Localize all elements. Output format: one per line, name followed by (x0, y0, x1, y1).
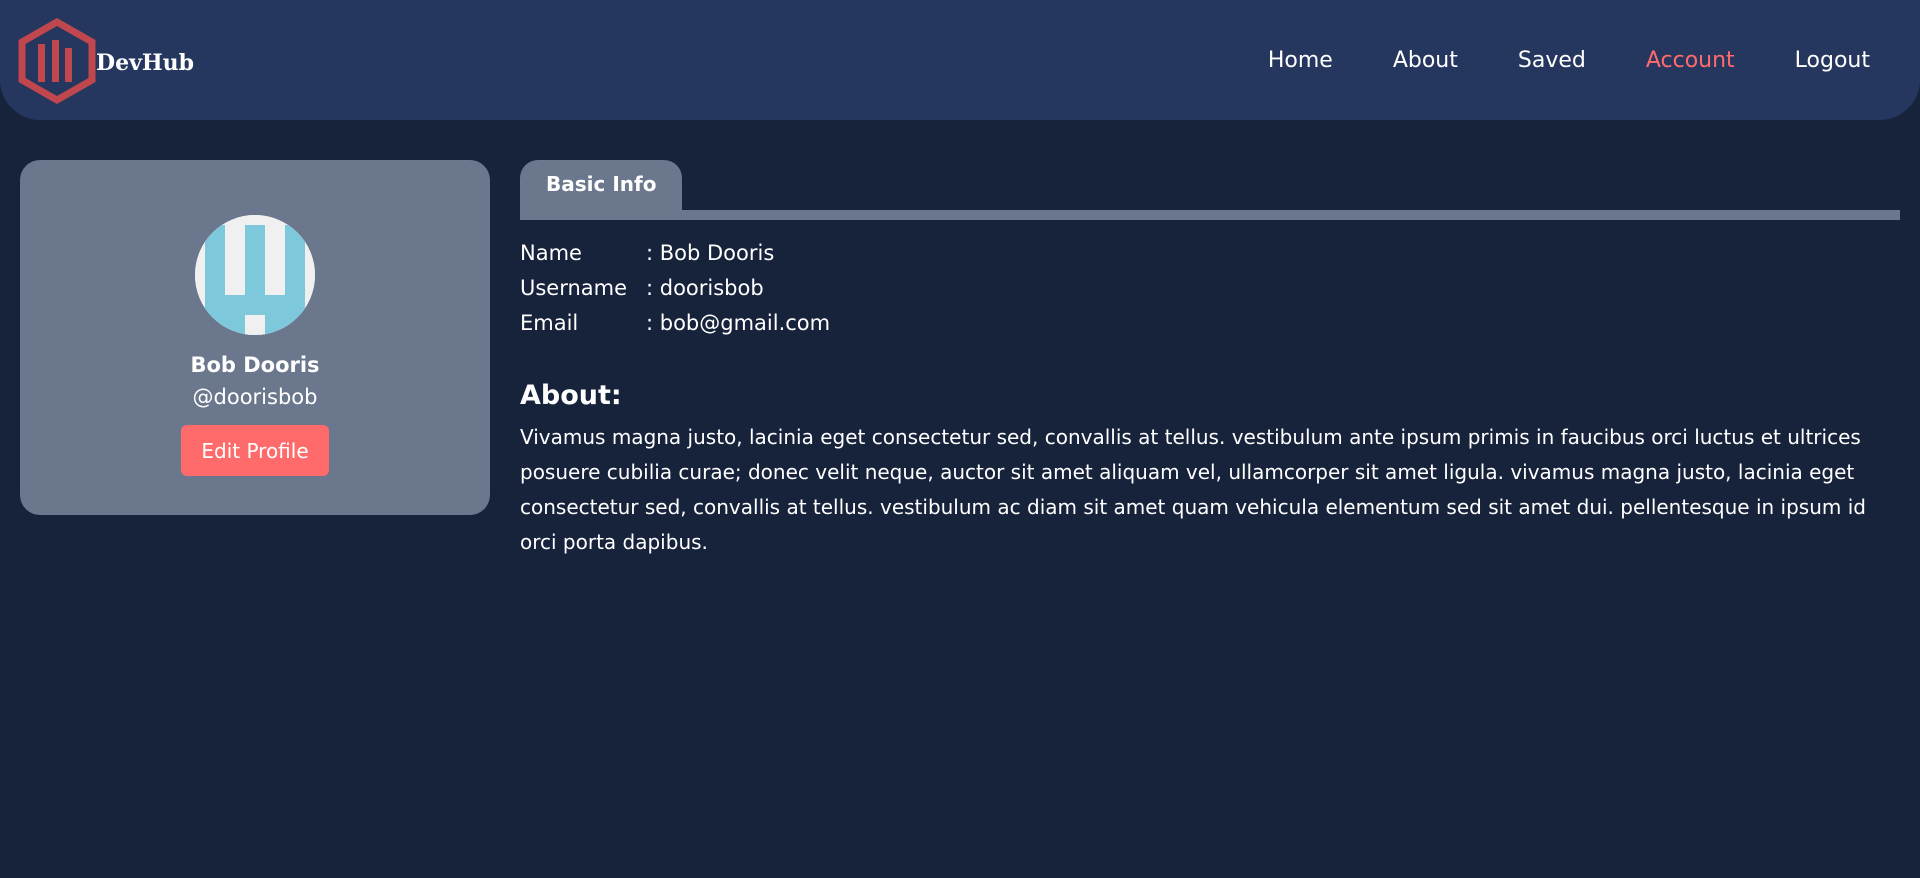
nav-account-link[interactable]: Account (1646, 48, 1735, 73)
about-text: Vivamus magna justo, lacinia eget consec… (520, 425, 1866, 554)
info-label: Email (520, 310, 579, 335)
info-label: Username (520, 275, 628, 300)
info-value: : bob@gmail.com (646, 310, 831, 335)
info-row-name: Name : Bob Dooris (520, 235, 830, 270)
logo[interactable]: DevHub (18, 18, 194, 104)
info-value: : Bob Dooris (646, 240, 775, 265)
nav-links: Home About Saved Account Logout (1208, 0, 1870, 120)
profile-name: Bob Dooris (190, 353, 320, 377)
tab-basic-info[interactable]: Basic Info (520, 160, 683, 210)
basic-info-list: Name : Bob Dooris Username : doorisbob E… (520, 235, 830, 340)
tabs-area: Basic Info (520, 160, 1900, 220)
navbar: DevHub Home About Saved Account Logout (0, 0, 1920, 120)
info-label: Name (520, 240, 582, 265)
info-row-username: Username : doorisbob (520, 270, 830, 305)
info-row-email: Email : bob@gmail.com (520, 305, 830, 340)
profile-card: Bob Dooris @doorisbob Edit Profile (20, 160, 490, 515)
nav-home-link[interactable]: Home (1268, 48, 1333, 73)
avatar (195, 215, 315, 335)
info-value: : doorisbob (646, 275, 764, 300)
nav-saved-link[interactable]: Saved (1518, 48, 1586, 73)
edit-profile-button[interactable]: Edit Profile (181, 425, 329, 476)
devhub-logo-icon (18, 18, 96, 104)
brand-name: DevHub (96, 50, 195, 76)
nav-about-link[interactable]: About (1393, 48, 1458, 73)
about-heading: About: (520, 380, 622, 411)
nav-logout-link[interactable]: Logout (1795, 48, 1870, 73)
identicon-avatar-icon (195, 215, 315, 335)
profile-handle: @doorisbob (192, 385, 318, 409)
tab-divider (520, 210, 1900, 220)
